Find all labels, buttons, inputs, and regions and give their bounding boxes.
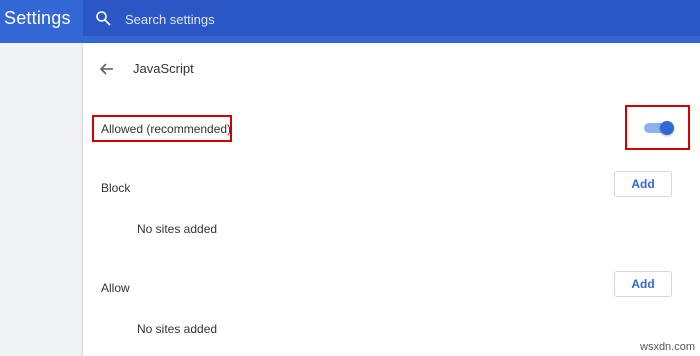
- block-section-label: Block: [101, 181, 131, 195]
- search-input[interactable]: [123, 8, 527, 30]
- allowed-recommended-label: Allowed (recommended): [101, 122, 232, 136]
- block-empty-text: No sites added: [137, 222, 218, 236]
- app-title: Settings: [4, 8, 71, 28]
- javascript-allowed-toggle[interactable]: [644, 121, 674, 135]
- top-app-bar: Settings: [0, 0, 700, 43]
- allow-section-label: Allow: [101, 281, 130, 295]
- search-bar[interactable]: [83, 0, 700, 36]
- watermark: wsxdn.com: [640, 341, 696, 353]
- search-icon: [96, 11, 111, 26]
- page-title: JavaScript: [133, 61, 194, 76]
- javascript-settings-panel: JavaScript Allowed (recommended) Block A…: [83, 43, 700, 356]
- block-add-button[interactable]: Add: [614, 171, 672, 197]
- allow-add-button[interactable]: Add: [614, 271, 672, 297]
- arrow-back-icon[interactable]: [98, 60, 116, 78]
- toggle-knob: [660, 121, 674, 135]
- allow-empty-text: No sites added: [137, 322, 218, 336]
